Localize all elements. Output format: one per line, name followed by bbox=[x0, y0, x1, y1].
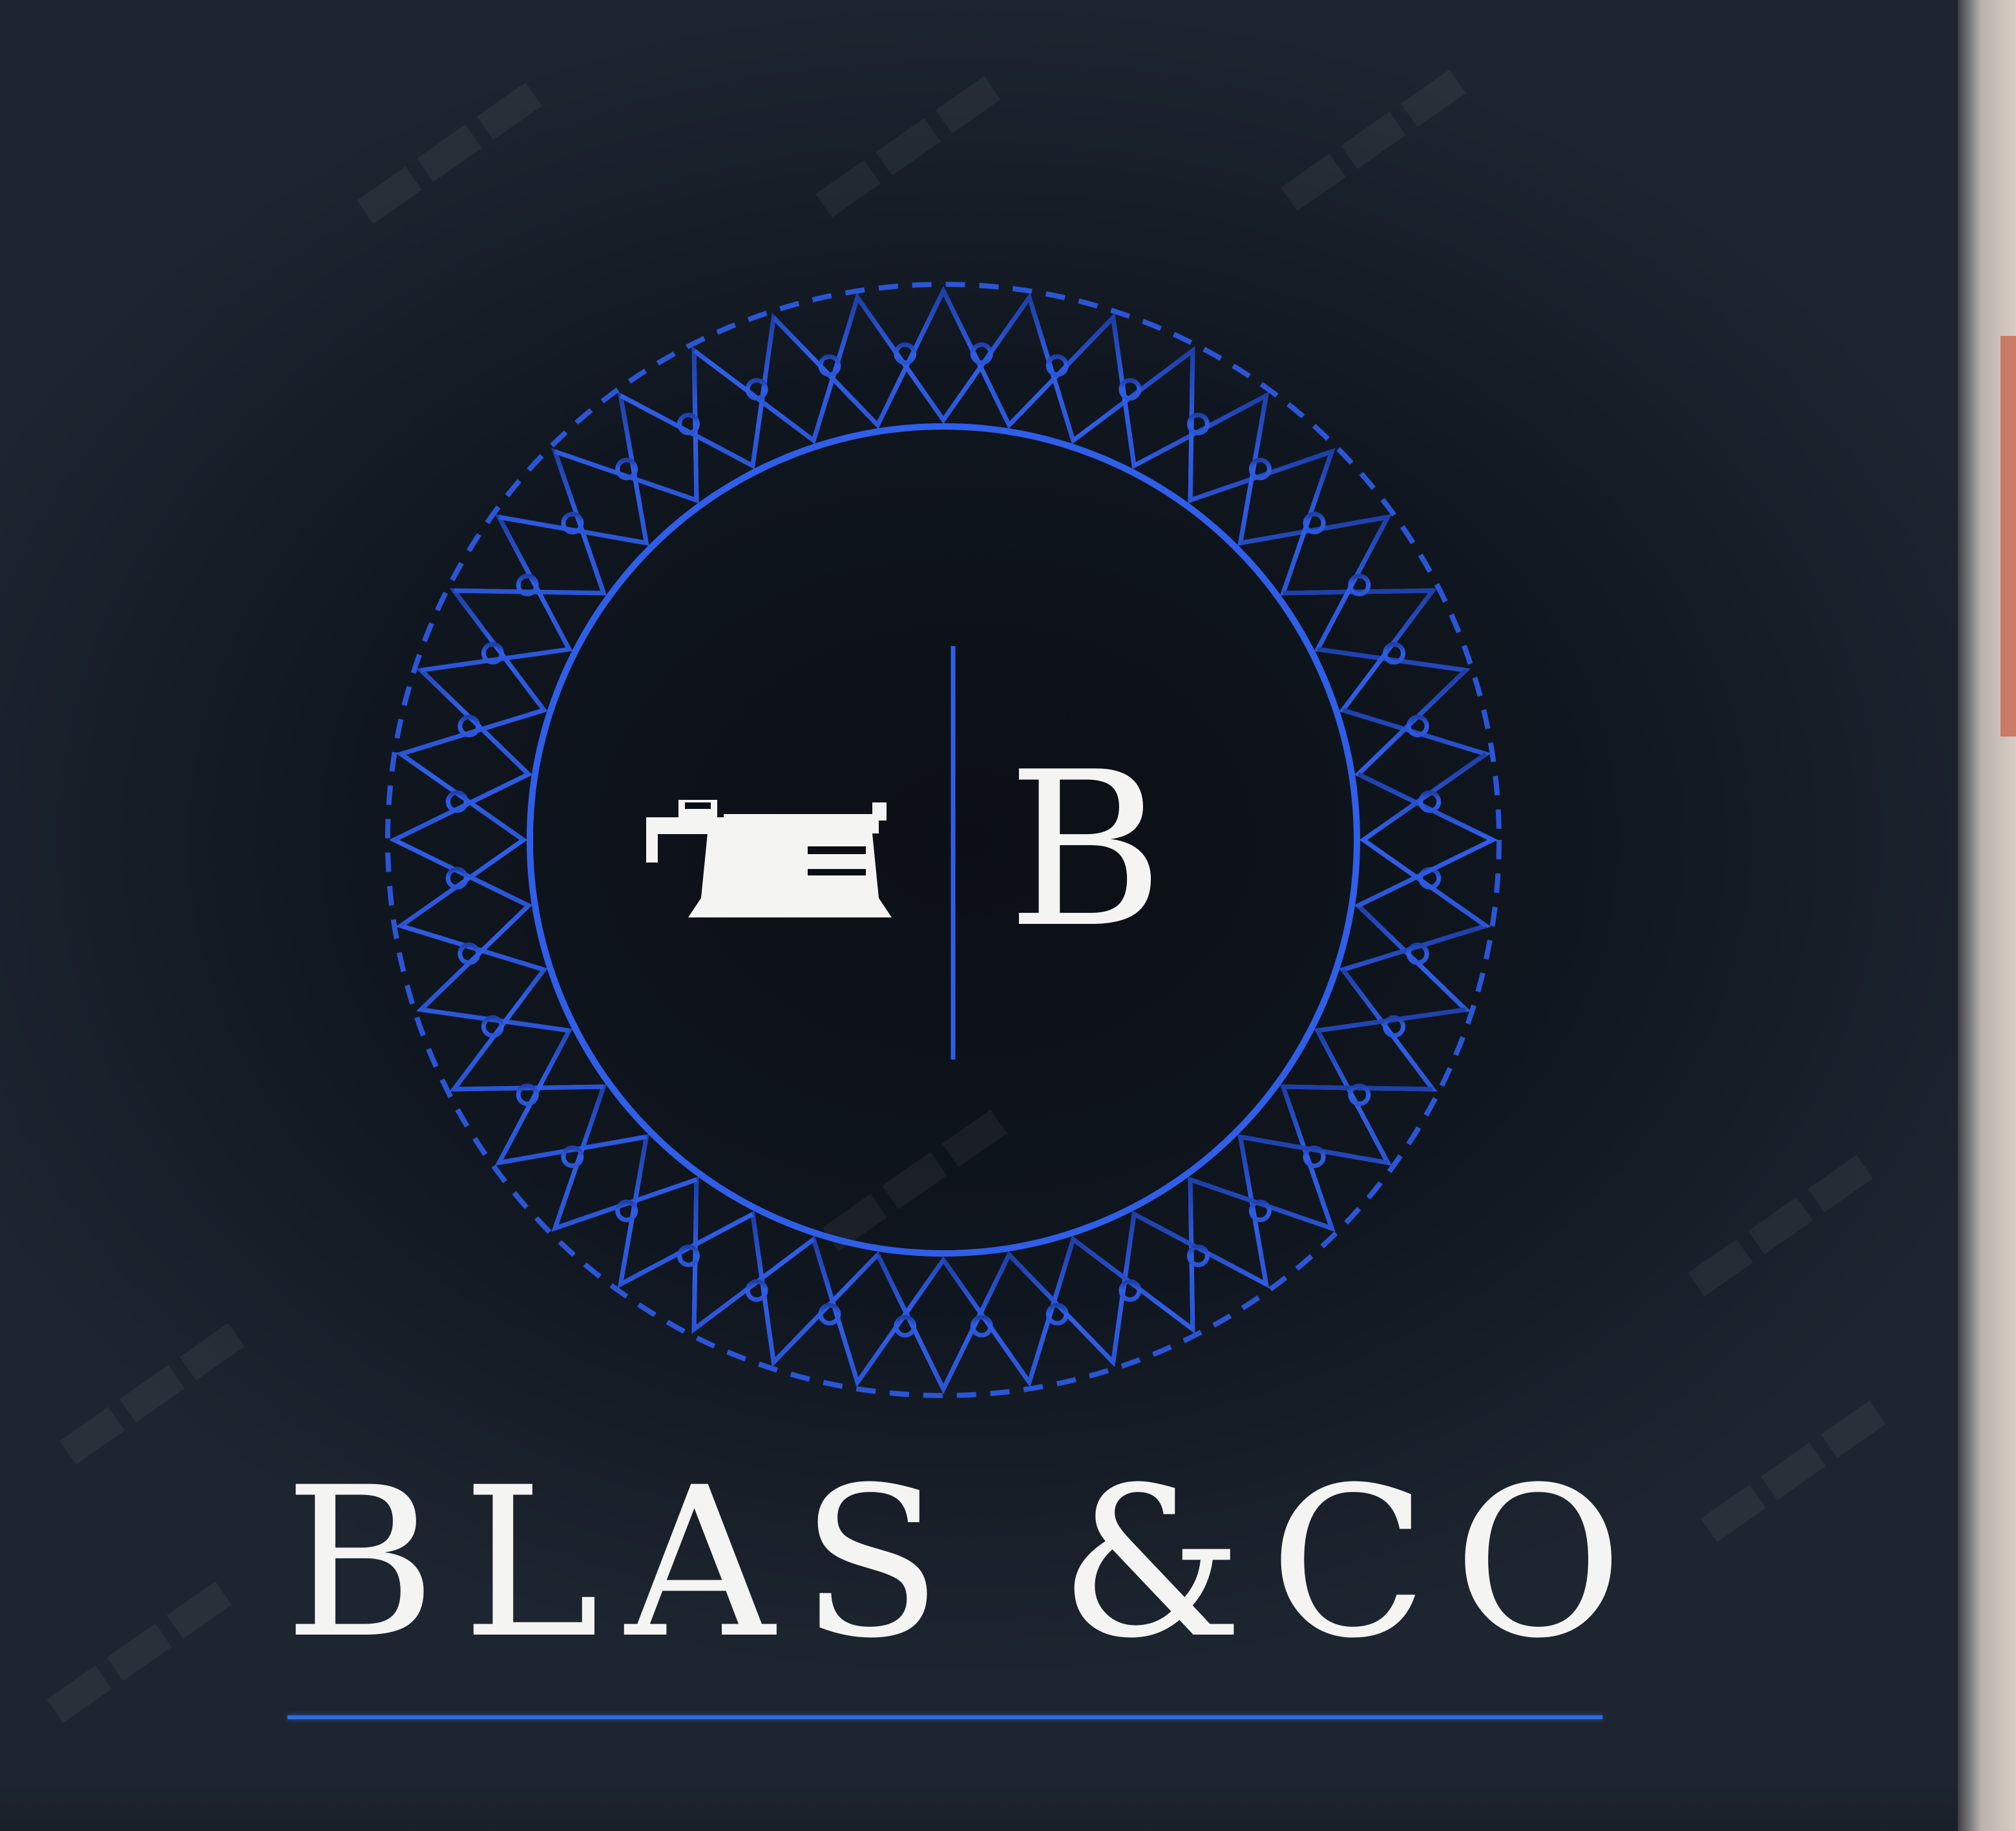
screen-bottom-edge bbox=[0, 1786, 2016, 1831]
sewing-machine-icon bbox=[646, 800, 892, 917]
lattice-strand bbox=[399, 752, 528, 928]
watermark-mark: ▬▬▬ bbox=[788, 42, 1021, 242]
lattice-strand bbox=[1071, 346, 1195, 501]
lattice-strand bbox=[617, 391, 754, 543]
lattice-strand bbox=[1240, 514, 1392, 651]
logo-emblem: B bbox=[385, 282, 1502, 1398]
lattice-strand bbox=[1133, 1136, 1270, 1289]
watermark-mark: ▬▬▬ bbox=[1674, 1366, 1906, 1566]
lattice-strand bbox=[941, 1250, 1115, 1390]
monitor-bezel bbox=[1958, 0, 2016, 1831]
lattice-strand bbox=[691, 1179, 815, 1334]
monitor-screen: ▬▬▬ ▬▬▬ ▬▬▬ ▬▬▬ ▬▬▬ ▬▬▬ ▬▬▬ ▬▬▬ B BLAS &… bbox=[0, 0, 2016, 1831]
lattice-strand bbox=[1354, 668, 1494, 842]
bezel-edge bbox=[2000, 336, 2016, 737]
lattice-strand bbox=[1359, 752, 1487, 928]
lattice-strand bbox=[393, 837, 533, 1012]
lattice-strand bbox=[772, 289, 946, 430]
watermark-mark: ▬▬▬ bbox=[32, 1289, 265, 1489]
watermark-mark: ▬▬▬ bbox=[1254, 36, 1486, 235]
watermark-mark: ▬▬▬ bbox=[330, 48, 562, 248]
lattice-strand bbox=[494, 1029, 647, 1166]
brand-underline bbox=[288, 1715, 1602, 1719]
lattice-ring bbox=[389, 286, 1498, 1394]
watermark-mark: ▬▬▬ bbox=[1661, 1121, 1893, 1321]
lattice-strand bbox=[856, 296, 1031, 424]
lattice-strand bbox=[856, 1255, 1031, 1384]
lattice-strand bbox=[1283, 968, 1438, 1092]
brand-name: BLAS &CO bbox=[284, 1443, 1649, 1684]
lattice-strand bbox=[449, 588, 604, 712]
monogram-letter: B bbox=[1007, 726, 1164, 974]
watermark-mark: ▬▬▬ bbox=[19, 1547, 252, 1747]
